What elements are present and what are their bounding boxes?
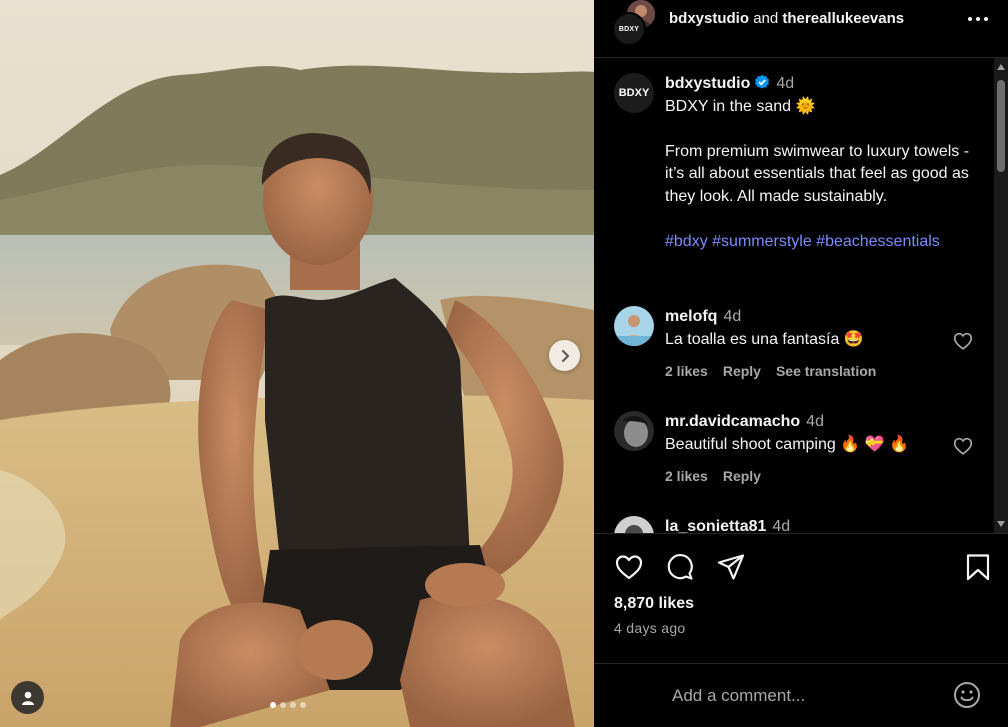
comment-time[interactable]: 4d [723, 308, 741, 325]
reply-button[interactable]: Reply [723, 363, 761, 379]
more-icon[interactable] [966, 9, 990, 29]
heart-icon[interactable] [952, 330, 974, 352]
post-header: BDXY bdxystudio and thereallukeevans [594, 0, 1008, 58]
reply-button[interactable]: Reply [723, 468, 761, 484]
comment-item: mr.davidcamacho 4d Beautiful shoot campin… [614, 411, 988, 491]
carousel-dot [300, 702, 306, 708]
verified-icon [755, 74, 770, 89]
caption-username[interactable]: bdxystudio [665, 75, 750, 92]
caption-hashtags[interactable]: #bdxy #summerstyle #beachessentials [665, 231, 985, 254]
comment-text: mr.davidcamacho 4d Beautiful shoot campin… [665, 411, 945, 456]
comment-likes[interactable]: 2 likes [665, 363, 708, 379]
comment-username[interactable]: melofq [665, 308, 717, 325]
carousel-dot [280, 702, 286, 708]
post-side-panel: BDXY bdxystudio and thereallukeevans BDX… [594, 0, 1008, 727]
bookmark-icon[interactable] [963, 552, 993, 582]
comment-username[interactable]: mr.davidcamacho [665, 413, 800, 430]
comment-input[interactable] [670, 682, 954, 710]
avatar[interactable] [614, 411, 654, 451]
comment-username[interactable]: la_sonietta81 [665, 518, 766, 533]
comments-scrollbar[interactable] [994, 58, 1008, 533]
comment-time[interactable]: 4d [772, 518, 790, 533]
comments-list[interactable]: BDXY bdxystudio 4d BDXY in the sand 🌞 Fro… [594, 58, 1008, 533]
collab-avatars[interactable]: BDXY [612, 0, 657, 46]
post-authors: bdxystudio and thereallukeevans [669, 10, 904, 27]
comment-meta: 2 likes Reply [665, 468, 776, 484]
author-link[interactable]: bdxystudio [669, 10, 749, 27]
carousel-dot [270, 702, 276, 708]
chevron-right-icon [561, 349, 569, 362]
comment-item: melofq 4d La toalla es una fantasía 🤩 2 l… [614, 306, 988, 386]
comment-content: La toalla es una fantasía 🤩 [665, 330, 864, 348]
comment-text: melofq 4d La toalla es una fantasía 🤩 [665, 306, 945, 351]
scroll-thumb[interactable] [997, 80, 1005, 172]
comment-item: la_sonietta81 4d [614, 516, 988, 533]
profile-photo [614, 516, 654, 533]
comment-meta: 2 likes Reply See translation [665, 363, 891, 379]
avatar[interactable] [614, 516, 654, 533]
likes-count[interactable]: 8,870 likes [614, 595, 694, 613]
comment-text: la_sonietta81 4d [665, 516, 945, 533]
caption-text: bdxystudio 4d BDXY in the sand 🌞 From pre… [665, 73, 985, 253]
profile-photo [614, 306, 654, 346]
caption-line: BDXY in the sand 🌞 [665, 97, 816, 115]
next-slide-button[interactable] [549, 340, 580, 371]
user-tag-icon [21, 691, 34, 705]
tagged-users-button[interactable] [11, 681, 44, 714]
avatar[interactable]: BDXY [614, 73, 654, 113]
carousel-dot [290, 702, 296, 708]
heart-icon[interactable] [614, 552, 644, 582]
caption-time[interactable]: 4d [776, 75, 794, 92]
comment-content: Beautiful shoot camping 🔥 💝 🔥 [665, 435, 909, 453]
heart-icon[interactable] [952, 435, 974, 457]
post-media[interactable] [0, 0, 594, 727]
post-date[interactable]: 4 days ago [614, 620, 686, 636]
see-translation-button[interactable]: See translation [776, 363, 876, 379]
profile-photo [614, 411, 654, 451]
caption-body: From premium swimwear to luxury towels -… [665, 142, 970, 205]
avatar[interactable]: BDXY [612, 12, 646, 46]
avatar[interactable] [614, 306, 654, 346]
comment-icon[interactable] [665, 552, 695, 582]
author-link[interactable]: thereallukeevans [782, 10, 904, 27]
post-photo [0, 0, 594, 727]
comment-time[interactable]: 4d [806, 413, 824, 430]
scroll-down-arrow[interactable] [997, 521, 1005, 527]
carousel-indicator [270, 702, 306, 708]
emoji-icon[interactable] [952, 680, 982, 710]
share-icon[interactable] [716, 552, 746, 582]
post-actions: 8,870 likes 4 days ago [594, 533, 1008, 663]
author-joiner: and [753, 10, 779, 27]
scroll-up-arrow[interactable] [997, 64, 1005, 70]
post-caption: BDXY bdxystudio 4d BDXY in the sand 🌞 Fro… [614, 73, 984, 283]
comment-composer [594, 663, 1008, 727]
comment-likes[interactable]: 2 likes [665, 468, 708, 484]
